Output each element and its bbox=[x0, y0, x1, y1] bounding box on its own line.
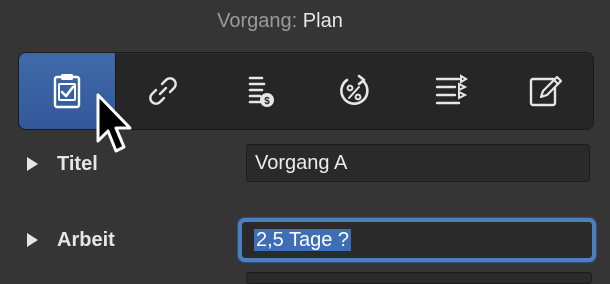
title-value: Plan bbox=[302, 10, 343, 32]
mouse-pointer-icon bbox=[96, 93, 132, 153]
arbeit-field[interactable]: 2,5 Tage ? bbox=[238, 218, 596, 262]
tab-resources[interactable] bbox=[402, 53, 498, 129]
svg-text:$: $ bbox=[264, 96, 270, 107]
tab-progress[interactable] bbox=[307, 53, 403, 129]
window-title: Vorgang: Plan bbox=[0, 8, 560, 34]
link-icon bbox=[149, 77, 178, 105]
percent-cycle-icon bbox=[340, 74, 369, 105]
arbeit-disclosure-triangle[interactable] bbox=[27, 233, 38, 247]
arbeit-field-selected-text: 2,5 Tage ? bbox=[254, 229, 352, 251]
list-arrows-icon bbox=[435, 74, 468, 105]
clipboard-check-icon bbox=[53, 74, 80, 109]
edit-note-icon bbox=[530, 75, 563, 107]
title-prefix: Vorgang: bbox=[217, 10, 298, 32]
titel-field[interactable]: Vorgang A bbox=[246, 144, 590, 182]
cost-list-icon: $ bbox=[248, 76, 274, 107]
arbeit-row: Arbeit 2,5 Tage ? bbox=[0, 218, 610, 262]
tab-costs[interactable]: $ bbox=[211, 53, 307, 129]
titel-disclosure-triangle[interactable] bbox=[27, 157, 38, 171]
next-field-partial[interactable] bbox=[246, 272, 592, 284]
tab-notes[interactable] bbox=[498, 53, 594, 129]
arbeit-label: Arbeit bbox=[57, 229, 115, 251]
